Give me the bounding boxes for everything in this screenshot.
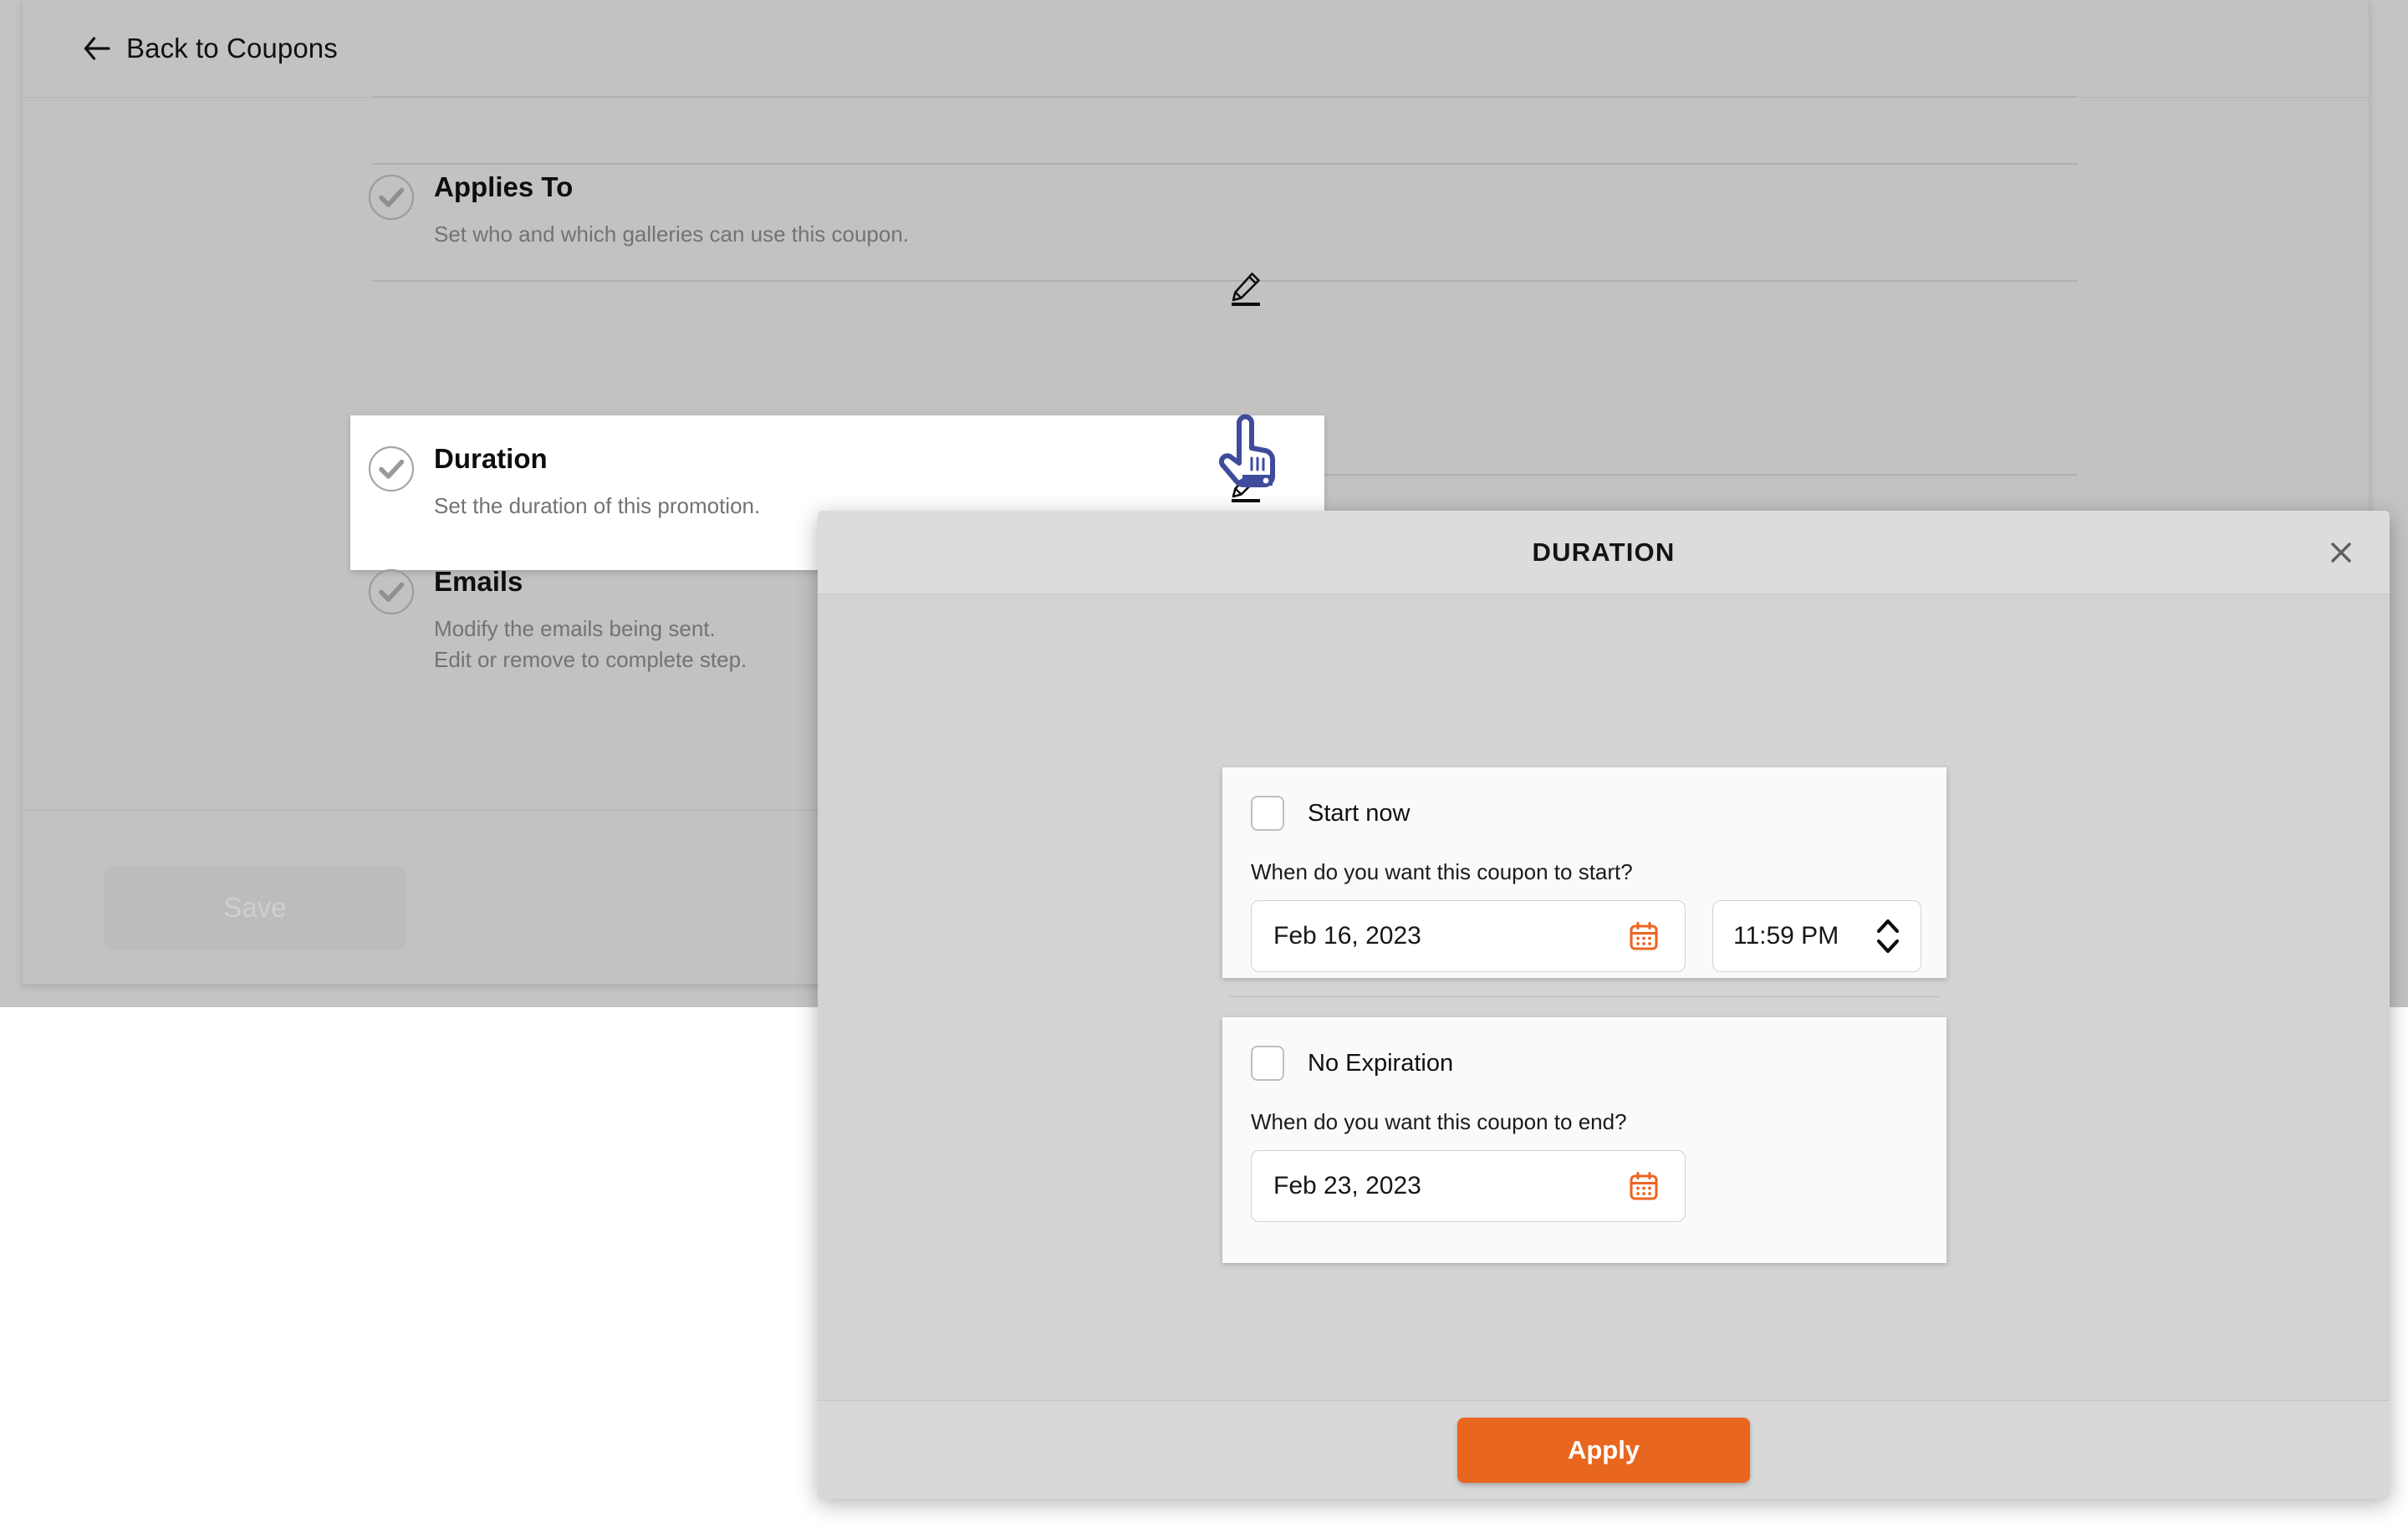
step-description: Modify the emails being sent. Edit or re… xyxy=(434,616,747,672)
back-to-coupons-link[interactable]: Back to Coupons xyxy=(83,33,338,64)
check-circle-icon xyxy=(368,568,415,615)
no-expiration-label: No Expiration xyxy=(1308,1049,1454,1077)
step-title: Applies To xyxy=(434,171,574,202)
start-now-row[interactable]: Start now xyxy=(1222,767,1946,831)
calendar-icon xyxy=(1630,921,1658,950)
step-emails[interactable]: Emails Modify the emails being sent. Edi… xyxy=(367,568,752,675)
start-date-value: Feb 16, 2023 xyxy=(1273,922,1421,950)
start-now-label: Start now xyxy=(1308,799,1411,827)
start-now-checkbox[interactable] xyxy=(1251,796,1284,831)
no-expiration-checkbox[interactable] xyxy=(1251,1046,1284,1081)
end-date-value: Feb 23, 2023 xyxy=(1273,1172,1421,1199)
step-body: Emails Modify the emails being sent. Edi… xyxy=(434,568,752,675)
step-description: Set who and which galleries can use this… xyxy=(434,222,910,247)
end-field-row: Feb 23, 2023 xyxy=(1251,1150,1946,1222)
step-divider xyxy=(372,280,2078,282)
screen: Back to Coupons Applies To Set who and w… xyxy=(0,0,2408,1533)
step-applies-to[interactable]: Applies To Set who and which galleries c… xyxy=(367,173,1036,250)
check-circle-icon xyxy=(368,446,415,492)
step-divider xyxy=(372,96,2078,98)
save-button[interactable]: Save xyxy=(105,866,406,950)
end-date-input[interactable]: Feb 23, 2023 xyxy=(1251,1150,1686,1222)
pencil-edit-icon xyxy=(1232,272,1260,306)
modal-header: DURATION xyxy=(818,511,2390,594)
arrow-left-icon xyxy=(84,37,110,60)
edit-duration-button[interactable] xyxy=(1227,466,1265,504)
edit-applies-to-button[interactable] xyxy=(1227,269,1265,308)
calendar-icon xyxy=(1630,1171,1658,1200)
close-modal-button[interactable] xyxy=(2323,534,2360,571)
panel-divider xyxy=(1229,996,1940,997)
close-icon xyxy=(2331,542,2351,563)
start-question: When do you want this coupon to start? xyxy=(1251,859,1633,884)
back-to-coupons-label: Back to Coupons xyxy=(126,33,338,64)
end-date-panel: No Expiration When do you want this coup… xyxy=(1222,1017,1946,1263)
check-circle-icon xyxy=(368,174,415,221)
pencil-edit-icon xyxy=(1232,469,1260,502)
step-title: Duration xyxy=(434,443,548,474)
modal-footer: Apply xyxy=(818,1400,2390,1499)
apply-button[interactable]: Apply xyxy=(1457,1417,1750,1483)
no-expiration-row[interactable]: No Expiration xyxy=(1222,1017,1946,1081)
step-title: Emails xyxy=(434,566,523,597)
chevron-up-down-icon[interactable] xyxy=(1874,914,1902,958)
end-question: When do you want this coupon to end? xyxy=(1251,1109,1627,1134)
start-date-panel: Start now When do you want this coupon t… xyxy=(1222,767,1946,978)
start-field-row: Feb 16, 2023 11:59 PM xyxy=(1251,900,1946,972)
duration-modal: DURATION Start now When do you want this… xyxy=(818,511,2390,1499)
start-time-value: 11:59 PM xyxy=(1733,922,1839,950)
start-date-input[interactable]: Feb 16, 2023 xyxy=(1251,900,1686,972)
start-time-input[interactable]: 11:59 PM xyxy=(1712,900,1921,972)
modal-title: DURATION xyxy=(1532,537,1676,567)
step-divider xyxy=(372,163,2078,165)
modal-body: Start now When do you want this coupon t… xyxy=(818,594,2390,1400)
step-body: Applies To Set who and which galleries c… xyxy=(434,173,1036,250)
top-bar: Back to Coupons xyxy=(23,0,2369,98)
